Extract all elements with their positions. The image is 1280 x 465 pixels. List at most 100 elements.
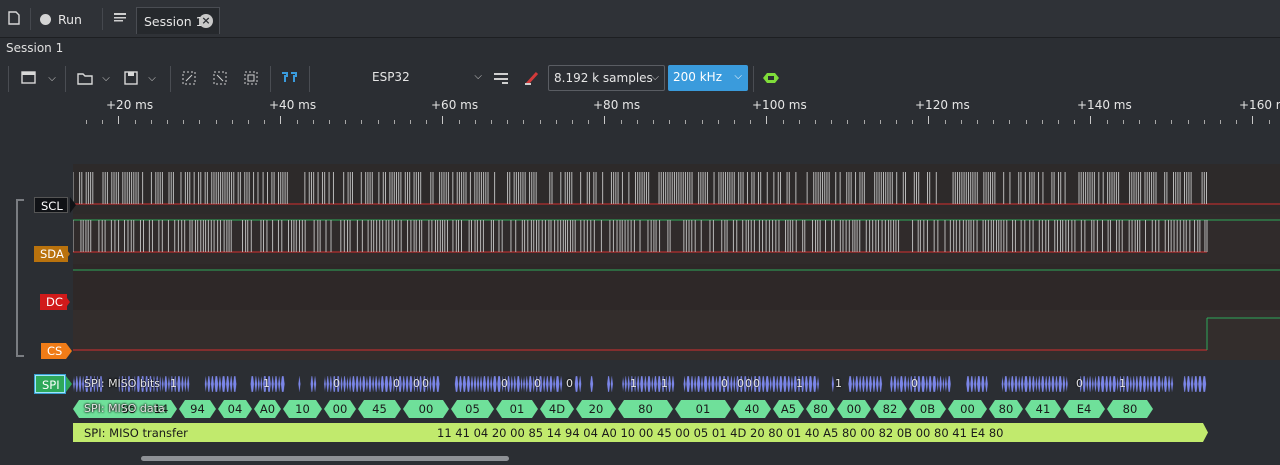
- miso-bit-label: 1: [263, 377, 270, 390]
- zoom-fit-button[interactable]: [240, 66, 262, 90]
- miso-bit-mark: [1142, 375, 1147, 393]
- device-selector[interactable]: ESP32 ⌵: [372, 70, 482, 84]
- miso-bit-label: 1: [796, 377, 803, 390]
- miso-bit-mark: [207, 375, 211, 393]
- miso-data-cell: 82: [873, 400, 907, 418]
- ruler-tick: [199, 120, 201, 124]
- session-tab-label: Session 1: [144, 13, 204, 29]
- miso-bit-mark: [936, 375, 939, 393]
- tick-label: +160 ms: [1239, 98, 1280, 112]
- ruler-tick: [1058, 120, 1059, 124]
- miso-bit-mark: [816, 375, 820, 393]
- miso-bit-label: 0: [566, 377, 573, 390]
- miso-bit-mark: [257, 375, 261, 393]
- sample-rate-select[interactable]: 200 kHz ⌵: [668, 65, 748, 91]
- miso-bit-label: 1: [661, 377, 668, 390]
- add-decoder-button[interactable]: [760, 66, 782, 90]
- miso-bit-mark: [1037, 375, 1041, 393]
- ruler-tick: [1025, 120, 1027, 124]
- miso-bit-mark: [1108, 375, 1113, 393]
- chevron-down-icon: ⌵: [102, 72, 110, 84]
- miso-bit-mark: [1003, 375, 1008, 393]
- tab-separator: [102, 8, 103, 30]
- save-button[interactable]: [120, 66, 142, 90]
- miso-bit-mark: [944, 375, 948, 393]
- miso-data-cell: 20: [576, 400, 616, 418]
- miso-bit-mark: [1010, 375, 1015, 393]
- miso-bit-mark: [486, 375, 490, 393]
- miso-data-row[interactable]: 85 14 94 04 A0 10 00 45 00 05 01 4D 20 80 01 40 A5 80 00 82…: [73, 399, 1208, 419]
- save-dropdown[interactable]: ⌵: [144, 66, 160, 90]
- miso-bit-mark: [808, 375, 813, 393]
- miso-bit-mark: [636, 375, 640, 393]
- probe-button[interactable]: [521, 66, 543, 90]
- miso-bit-mark: [72, 375, 76, 393]
- miso-data-cell: 80: [989, 400, 1023, 418]
- miso-bit-mark: [1170, 375, 1174, 393]
- add-device-button[interactable]: [18, 66, 40, 90]
- zoom-in-button[interactable]: [178, 66, 200, 90]
- channel-label-cs[interactable]: CS: [41, 343, 67, 359]
- sample-count-select[interactable]: 8.192 k samples ⌵: [548, 65, 665, 91]
- miso-bit-mark: [812, 375, 817, 393]
- miso-bit-mark: [932, 375, 937, 393]
- ruler-tick: [215, 120, 217, 124]
- ruler-tick: [458, 120, 460, 124]
- channel-label-dc[interactable]: DC: [40, 294, 67, 310]
- zoom-out-button[interactable]: [209, 66, 231, 90]
- miso-bit-mark: [492, 375, 497, 393]
- time-ruler[interactable]: +20 ms +40 ms +60 ms +80 ms +100 ms +120…: [0, 96, 1280, 128]
- miso-bit-mark: [346, 375, 349, 393]
- miso-bit-mark: [513, 375, 517, 393]
- miso-bit-mark: [1183, 375, 1187, 393]
- miso-bit-mark: [651, 375, 654, 393]
- ruler-tick: [1220, 120, 1221, 124]
- miso-bit-mark: [1028, 375, 1032, 393]
- configure-device-button[interactable]: [490, 66, 512, 90]
- miso-data-cell: 80: [806, 400, 835, 418]
- miso-data-cell: 80: [618, 400, 673, 418]
- open-file-button[interactable]: [74, 66, 96, 90]
- cursor-button[interactable]: [278, 66, 300, 90]
- channel-label-sda[interactable]: SDA: [34, 246, 68, 262]
- channel-label-scl[interactable]: SCL: [34, 197, 68, 213]
- miso-bit-mark: [78, 375, 82, 393]
- miso-bit-mark: [232, 375, 237, 393]
- miso-bit-mark: [274, 375, 278, 393]
- channel-arrow-icon: [64, 246, 70, 262]
- miso-bit-mark: [690, 375, 694, 393]
- miso-bit-mark: [559, 375, 563, 393]
- add-device-dropdown[interactable]: ⌵: [44, 66, 60, 90]
- miso-bits-row[interactable]: [72, 374, 1208, 394]
- ruler-tick: [102, 120, 104, 124]
- miso-bit-mark: [966, 375, 970, 393]
- miso-bit-mark: [574, 375, 579, 393]
- miso-bit-mark: [75, 375, 79, 393]
- miso-bit-mark: [1202, 375, 1207, 393]
- open-file-dropdown[interactable]: ⌵: [98, 66, 114, 90]
- miso-bit-mark: [210, 375, 215, 393]
- close-tab-icon[interactable]: ×: [199, 14, 213, 28]
- miso-transfer-row[interactable]: SPI: MISO transfer 11 41 04 20 00 85 14 …: [73, 423, 1208, 442]
- miso-bit-mark: [686, 375, 691, 393]
- session-list-icon[interactable]: [112, 10, 128, 26]
- miso-data-cell: 45: [358, 400, 401, 418]
- miso-bit-mark: [361, 375, 366, 393]
- horizontal-scrollbar[interactable]: [141, 456, 509, 461]
- miso-bit-mark: [542, 375, 546, 393]
- miso-bit-mark: [1014, 375, 1018, 393]
- miso-bit-label: 1: [630, 377, 637, 390]
- miso-bit-mark: [667, 375, 672, 393]
- run-button[interactable]: Run: [40, 6, 82, 32]
- ruler-tick: [329, 120, 330, 124]
- save-icon: [124, 71, 138, 85]
- miso-bit-mark: [1125, 375, 1130, 393]
- decoder-label-spi[interactable]: SPI: [35, 375, 65, 393]
- tab-session-1[interactable]: Session 1 ×: [136, 7, 220, 34]
- new-session-icon[interactable]: [6, 10, 22, 26]
- miso-transfer-bytes: 11 41 04 20 00 85 14 94 04 A0 10 00 45 0…: [437, 426, 1004, 440]
- miso-data-cell: A0: [254, 400, 281, 418]
- miso-bit-mark: [348, 375, 352, 393]
- decoder-arrow-icon: [66, 376, 72, 392]
- miso-bit-mark: [696, 375, 701, 393]
